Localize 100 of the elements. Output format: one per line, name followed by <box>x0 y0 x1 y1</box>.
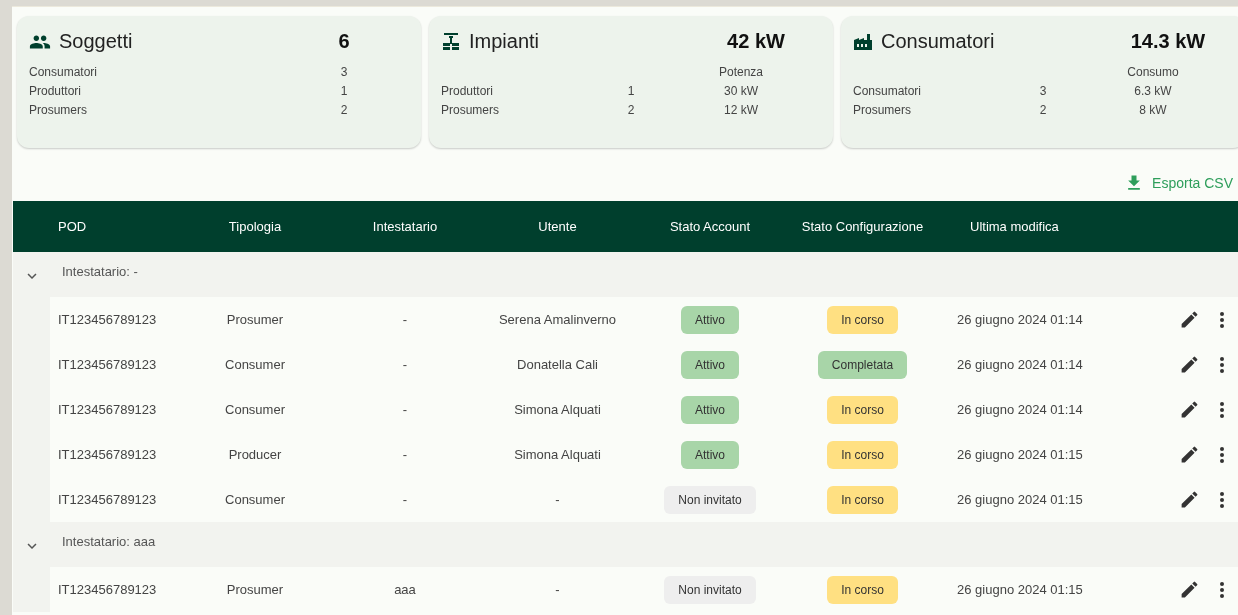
modified-cell-text: 26 giugno 2024 01:14 <box>956 312 1084 327</box>
card-title: Soggetti <box>59 30 133 53</box>
config-status-badge: In corso <box>827 575 898 604</box>
more-options-button[interactable] <box>1220 581 1224 598</box>
edit-button[interactable] <box>1179 489 1200 510</box>
account-status-badge: Attivo <box>681 350 739 379</box>
pencil-icon <box>1179 309 1200 330</box>
column-header: Intestatario <box>371 219 439 234</box>
edit-button[interactable] <box>1179 399 1200 420</box>
card-total: 6 <box>337 30 351 53</box>
row-count: 2 <box>339 103 349 118</box>
type-cell-text: Consumer <box>224 357 286 372</box>
edit-button[interactable] <box>1179 309 1200 330</box>
row-count: 3 <box>339 65 349 80</box>
row-value: 8 kW <box>1138 103 1168 118</box>
pod-cell-text: IT123456789123 <box>57 312 158 327</box>
column-label: Potenza <box>717 65 764 80</box>
config-status-badge: In corso <box>827 395 898 424</box>
more-icon <box>1220 446 1224 463</box>
more-options-button[interactable] <box>1220 491 1224 508</box>
row-value: 6.3 kW <box>1133 84 1173 99</box>
pod-cell-text: IT123456789123 <box>57 402 158 417</box>
type-cell-text: Prosumer <box>225 312 285 327</box>
pod-cell-text: IT123456789123 <box>57 447 158 462</box>
column-header: Ultima modifica <box>969 219 1060 234</box>
config-status-badge: In corso <box>827 485 898 514</box>
modified-cell-text: 26 giugno 2024 01:14 <box>956 357 1084 372</box>
column-header: Tipologia <box>227 219 283 234</box>
holder-cell-text: - <box>401 402 409 417</box>
user-cell-text: - <box>554 492 561 507</box>
config-status-badge: In corso <box>827 440 898 469</box>
card-total: 42 kW <box>726 30 786 53</box>
card-title: Consumatori <box>881 30 995 53</box>
edit-button[interactable] <box>1179 354 1200 375</box>
pod-cell-text: IT123456789123 <box>57 582 158 597</box>
row-count: 1 <box>626 84 636 99</box>
table-row[interactable]: IT123456789123 Consumer - Simona Alquati Attivo In corso 26 giugno 2024 01:14 <box>50 387 1238 432</box>
more-options-button[interactable] <box>1220 401 1224 418</box>
account-status-badge: Non invitato <box>664 575 756 604</box>
row-label: Consumatori <box>853 84 923 99</box>
row-count: 3 <box>1038 84 1048 99</box>
table-row[interactable]: IT123456789123 Producer - Simona Alquati Attivo In corso 26 giugno 2024 01:15 <box>50 432 1238 477</box>
user-cell-text: Serena Amalinverno <box>497 312 618 327</box>
holder-cell-text: - <box>401 447 409 462</box>
edit-button[interactable] <box>1179 444 1200 465</box>
pod-cell-text: IT123456789123 <box>57 492 158 507</box>
type-cell-text: Consumer <box>224 492 286 507</box>
more-options-button[interactable] <box>1220 311 1224 328</box>
row-label: Prosumers <box>441 103 500 118</box>
table-row[interactable]: IT123456789123 Consumer - Donatella Cali Attivo Completata 26 giugno 2024 01:14 <box>50 342 1238 387</box>
more-icon <box>1220 356 1224 373</box>
holder-cell-text: - <box>401 312 409 327</box>
user-cell-text: Donatella Cali <box>516 357 599 372</box>
edit-button[interactable] <box>1179 579 1200 600</box>
row-label: Prosumers <box>853 103 912 118</box>
row-count: 2 <box>1038 103 1048 118</box>
user-cell-text: - <box>554 582 561 597</box>
card-title: Impianti <box>469 30 540 53</box>
pencil-icon <box>1179 489 1200 510</box>
holder-cell-text: - <box>401 357 409 372</box>
modified-cell-text: 26 giugno 2024 01:15 <box>956 492 1084 507</box>
solar-panel-icon <box>441 31 461 52</box>
account-status-badge: Attivo <box>681 305 739 334</box>
more-icon <box>1220 311 1224 328</box>
column-header: Utente <box>537 219 578 234</box>
pencil-icon <box>1179 444 1200 465</box>
column-header: Stato Account <box>668 219 752 234</box>
column-header: Stato Configurazione <box>800 219 925 234</box>
table-row[interactable]: IT123456789123 Consumer - - Non invitato In corso 26 giugno 2024 01:15 <box>50 477 1238 522</box>
pencil-icon <box>1179 579 1200 600</box>
type-cell-text: Consumer <box>224 402 286 417</box>
table-row[interactable]: IT123456789123 Prosumer aaa - Non invitato In corso 26 giugno 2024 01:15 <box>50 567 1238 612</box>
more-options-button[interactable] <box>1220 356 1224 373</box>
table-row[interactable]: IT123456789123 Prosumer - Serena Amalinverno Attivo In corso 26 giugno 2024 01:14 <box>50 297 1238 342</box>
config-status-badge: Completata <box>817 350 908 379</box>
group-label: Intestatario: - <box>61 264 138 279</box>
modified-cell-text: 26 giugno 2024 01:15 <box>956 447 1084 462</box>
row-label: Prosumers <box>29 103 88 118</box>
user-cell-text: Simona Alquati <box>513 402 602 417</box>
account-status-badge: Attivo <box>681 440 739 469</box>
holder-cell-text: aaa <box>393 582 417 597</box>
more-options-button[interactable] <box>1220 446 1224 463</box>
row-count: 1 <box>339 84 349 99</box>
type-cell-text: Producer <box>227 447 283 462</box>
account-status-badge: Non invitato <box>664 485 756 514</box>
factory-icon <box>853 31 873 52</box>
pencil-icon <box>1179 354 1200 375</box>
column-label: Consumo <box>1126 65 1180 80</box>
row-value: 30 kW <box>723 84 759 99</box>
column-header: POD <box>57 219 88 234</box>
more-icon <box>1220 581 1224 598</box>
row-value: 12 kW <box>723 103 759 118</box>
user-cell-text: Simona Alquati <box>513 447 602 462</box>
more-icon <box>1220 401 1224 418</box>
more-icon <box>1220 491 1224 508</box>
holder-cell-text: - <box>401 492 409 507</box>
row-count: 2 <box>626 103 636 118</box>
modified-cell-text: 26 giugno 2024 01:15 <box>956 582 1084 597</box>
card-total: 14.3 kW <box>1129 30 1207 53</box>
group-label: Intestatario: aaa <box>61 534 156 549</box>
